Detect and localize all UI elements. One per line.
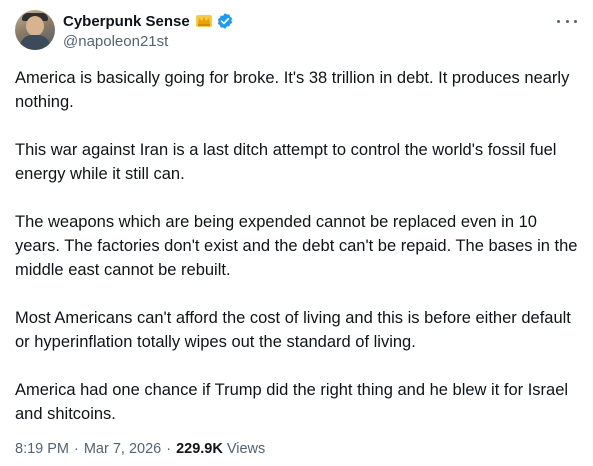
tweet: Cyberpunk Sense @napoleon21st America is… bbox=[0, 0, 593, 466]
tweet-paragraph: This war against Iran is a last ditch at… bbox=[15, 141, 557, 183]
avatar[interactable] bbox=[15, 10, 55, 50]
views-count[interactable]: 229.9K bbox=[176, 441, 223, 457]
tweet-meta: 8:19 PM · Mar 7, 2026 · 229.9K Views bbox=[15, 441, 265, 457]
author-display-name[interactable]: Cyberpunk Sense bbox=[63, 13, 190, 30]
tweet-paragraph: America is basically going for broke. It… bbox=[15, 69, 570, 111]
meta-separator: · bbox=[166, 441, 172, 457]
verified-badge-icon[interactable] bbox=[216, 12, 234, 30]
tweet-paragraph: Most Americans can't afford the cost of … bbox=[15, 309, 571, 351]
tweet-date[interactable]: Mar 7, 2026 bbox=[84, 441, 161, 457]
avatar-head bbox=[26, 16, 44, 36]
avatar-body bbox=[20, 35, 50, 50]
views-label: Views bbox=[226, 441, 266, 457]
more-dot bbox=[574, 19, 577, 23]
crown-icon bbox=[195, 14, 213, 28]
meta-separator: · bbox=[74, 441, 79, 457]
tweet-paragraph: America had one chance if Trump did the … bbox=[15, 381, 569, 423]
more-options-icon[interactable] bbox=[557, 12, 577, 30]
author-name-row: Cyberpunk Sense bbox=[63, 11, 234, 31]
more-dot bbox=[557, 19, 560, 23]
author-handle[interactable]: @napoleon21st bbox=[63, 33, 168, 50]
more-dot bbox=[565, 19, 569, 23]
tweet-text: America is basically going for broke. It… bbox=[15, 66, 580, 450]
tweet-paragraph: The weapons which are being expended can… bbox=[15, 213, 578, 279]
tweet-time[interactable]: 8:19 PM bbox=[15, 441, 69, 457]
